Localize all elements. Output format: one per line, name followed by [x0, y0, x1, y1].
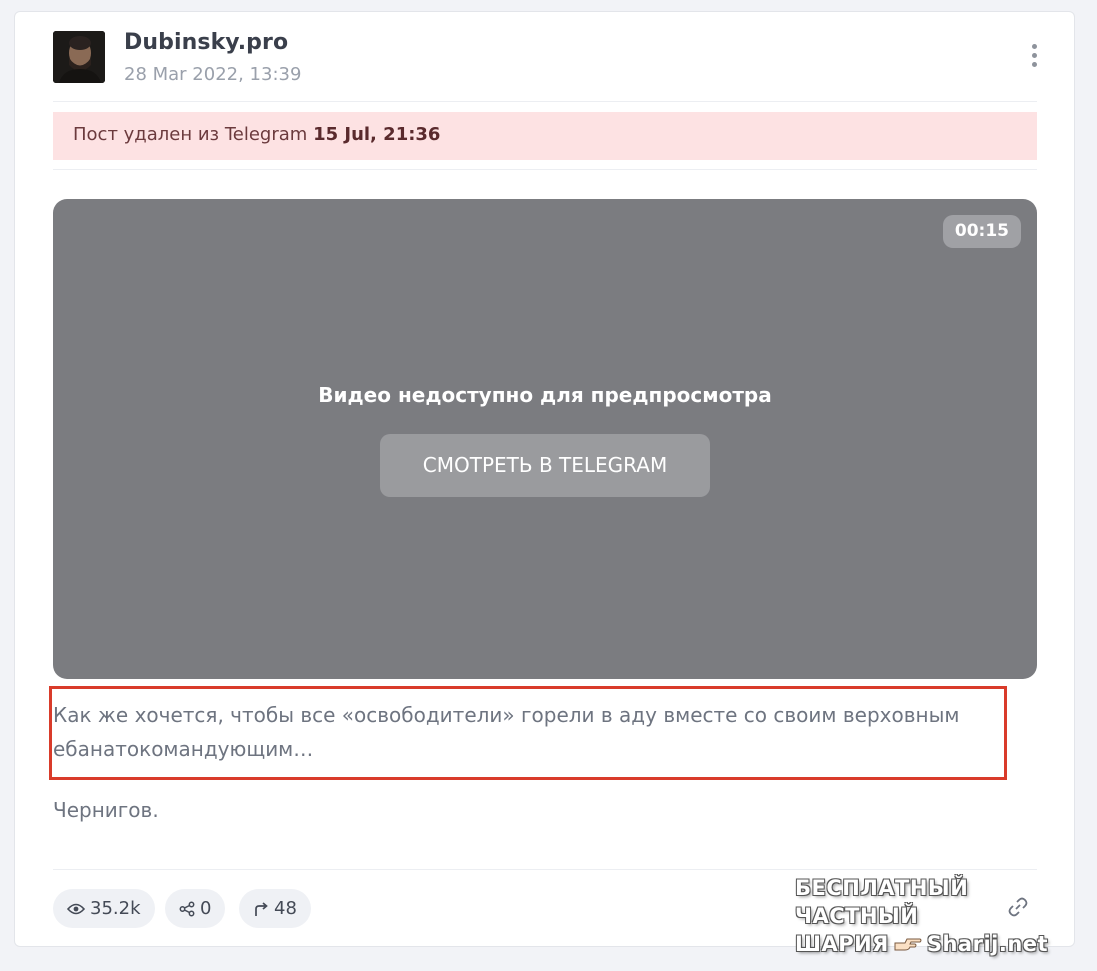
watermark-line2-left: ШАРИЯ: [795, 932, 889, 956]
video-unavailable-message: Видео недоступно для предпросмотра: [318, 383, 772, 407]
more-vert-icon[interactable]: [1023, 42, 1047, 70]
forwards-stat[interactable]: 48: [239, 889, 311, 928]
post-text-line1: Как же хочется, чтобы все «освободители»…: [53, 703, 960, 727]
post-date[interactable]: 28 Mar 2022, 13:39: [124, 64, 301, 85]
deleted-notice: Пост удален из Telegram 15 Jul, 21:36: [53, 112, 1037, 160]
watermark-line2-right: Sharij.net: [926, 932, 1049, 956]
deleted-notice-text: Пост удален из Telegram: [73, 124, 308, 145]
deleted-notice-date: 15 Jul, 21:36: [313, 124, 441, 145]
watermark: БЕСПЛАТНЫЙ ЧАСТНЫЙ ШАРИЯ Sharij.net: [795, 874, 1065, 958]
shares-count: 0: [200, 898, 212, 919]
post-card: Dubinsky.pro 28 Mar 2022, 13:39 Пост уда…: [14, 11, 1075, 947]
watch-in-telegram-button[interactable]: СМОТРЕТЬ В TELEGRAM: [380, 434, 710, 497]
pointing-hand-icon: [894, 938, 922, 951]
video-placeholder[interactable]: 00:15 Видео недоступно для предпросмотра…: [53, 199, 1037, 679]
watermark-line1: БЕСПЛАТНЫЙ ЧАСТНЫЙ: [795, 876, 969, 928]
forward-icon: [255, 901, 268, 916]
banner-divider: [53, 169, 1037, 170]
forwards-count: 48: [274, 898, 297, 919]
views-count: 35.2k: [90, 898, 141, 919]
video-duration: 00:15: [942, 215, 1021, 248]
share-icon: [179, 901, 195, 916]
post-text-paragraph2: Чернигов.: [53, 798, 159, 822]
shares-stat[interactable]: 0: [165, 889, 226, 928]
footer-divider: [53, 869, 1037, 870]
post-text-line2: ебанатокомандующим…: [53, 737, 314, 761]
eye-icon: [67, 903, 85, 914]
views-stat[interactable]: 35.2k: [53, 889, 155, 928]
post-text: Как же хочется, чтобы все «освободители»…: [53, 698, 1003, 766]
header-divider: [53, 101, 1037, 102]
channel-name[interactable]: Dubinsky.pro: [124, 30, 288, 55]
channel-avatar[interactable]: [53, 31, 105, 83]
